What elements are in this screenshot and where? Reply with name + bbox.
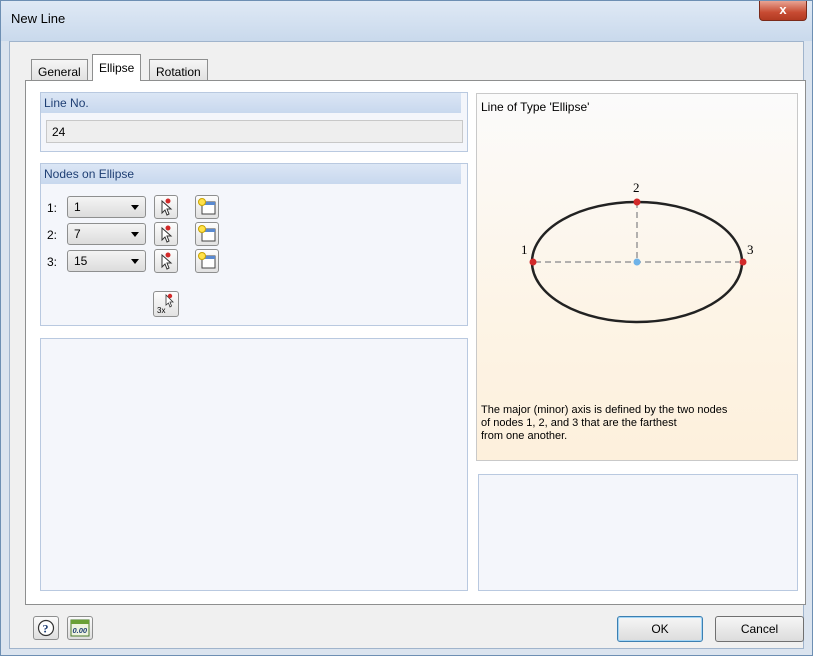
node-1-select[interactable]: 1 (67, 196, 146, 218)
node-row-3-label: 3: (47, 255, 58, 269)
close-icon: x (779, 2, 787, 17)
description-line: of nodes 1, 2, and 3 that are the farthe… (481, 417, 677, 429)
node-3-label: 3 (747, 242, 754, 257)
tab-general[interactable]: General (31, 59, 88, 80)
node-1-point (529, 258, 537, 266)
node-3-value: 15 (74, 254, 88, 268)
node-3-select[interactable]: 15 (67, 250, 146, 272)
chevron-down-icon (131, 205, 139, 210)
new-node-icon (198, 225, 216, 242)
units-icon-text: 0.00 (73, 626, 88, 635)
cancel-button[interactable]: Cancel (715, 616, 804, 642)
chevron-down-icon (131, 232, 139, 237)
new-node-icon (198, 198, 216, 215)
ok-button[interactable]: OK (617, 616, 703, 642)
nodes-group: Nodes on Ellipse 1: 1 2: 7 3: 15 3x (40, 163, 468, 326)
ellipse-diagram: 1 2 3 (521, 180, 754, 324)
node-row-2-label: 2: (47, 228, 58, 242)
multi-pick-icon: 3x (157, 293, 174, 315)
nodes-header: Nodes on Ellipse (41, 164, 461, 184)
help-icon: ? (37, 619, 55, 637)
new-node-icon (198, 252, 216, 269)
tab-general-label: General (38, 65, 81, 79)
svg-text:?: ? (43, 622, 49, 636)
node-2-select[interactable]: 7 (67, 223, 146, 245)
cancel-label: Cancel (740, 622, 779, 636)
pick-node-3-button[interactable] (154, 249, 178, 273)
decimal-places-icon: 0.00 (70, 619, 90, 637)
window-title: New Line (11, 11, 66, 26)
node-row-1-label: 1: (47, 201, 58, 215)
units-decimal-button[interactable]: 0.00 (67, 616, 93, 640)
tab-rotation[interactable]: Rotation (149, 59, 208, 80)
chevron-down-icon (131, 259, 139, 264)
description-line: The major (minor) axis is defined by the… (481, 404, 728, 416)
tab-rotation-label: Rotation (156, 65, 201, 79)
line-no-header: Line No. (41, 93, 461, 113)
pick-node-1-button[interactable] (154, 195, 178, 219)
new-node-2-button[interactable] (195, 222, 219, 246)
line-no-group: Line No. 24 (40, 92, 468, 152)
pick-cursor-icon (161, 198, 173, 216)
pick-cursor-icon (161, 225, 173, 243)
node-2-value: 7 (74, 227, 81, 241)
node-3-point (739, 258, 747, 266)
ellipse-preview-panel: Line of Type 'Ellipse' 1 2 3 The major (… (476, 93, 798, 461)
line-no-field: 24 (46, 120, 463, 143)
pick-three-nodes-button[interactable]: 3x (153, 291, 179, 317)
node-1-value: 1 (74, 200, 81, 214)
line-no-header-label: Line No. (44, 96, 89, 110)
help-button[interactable]: ? (33, 616, 59, 640)
line-no-value: 24 (52, 125, 66, 139)
description-line: from one another. (481, 430, 568, 442)
tab-ellipse[interactable]: Ellipse (92, 54, 142, 81)
title-bar[interactable]: New Line x (1, 1, 812, 41)
empty-settings-area (40, 338, 468, 591)
center-point (633, 258, 641, 266)
window-frame-edge (1, 41, 9, 649)
preview-description: The major (minor) axis is defined by the… (481, 404, 781, 443)
pick-node-2-button[interactable] (154, 222, 178, 246)
multi-pick-text: 3x (157, 306, 165, 315)
tab-ellipse-label: Ellipse (99, 61, 135, 75)
new-node-3-button[interactable] (195, 249, 219, 273)
node-2-point (633, 198, 641, 206)
empty-info-area (478, 474, 798, 591)
node-2-label: 2 (633, 180, 640, 195)
ok-label: OK (651, 622, 669, 636)
new-node-1-button[interactable] (195, 195, 219, 219)
close-button[interactable]: x (759, 1, 807, 21)
node-1-label: 1 (521, 242, 528, 257)
nodes-header-label: Nodes on Ellipse (44, 167, 135, 181)
pick-cursor-icon (161, 252, 173, 270)
